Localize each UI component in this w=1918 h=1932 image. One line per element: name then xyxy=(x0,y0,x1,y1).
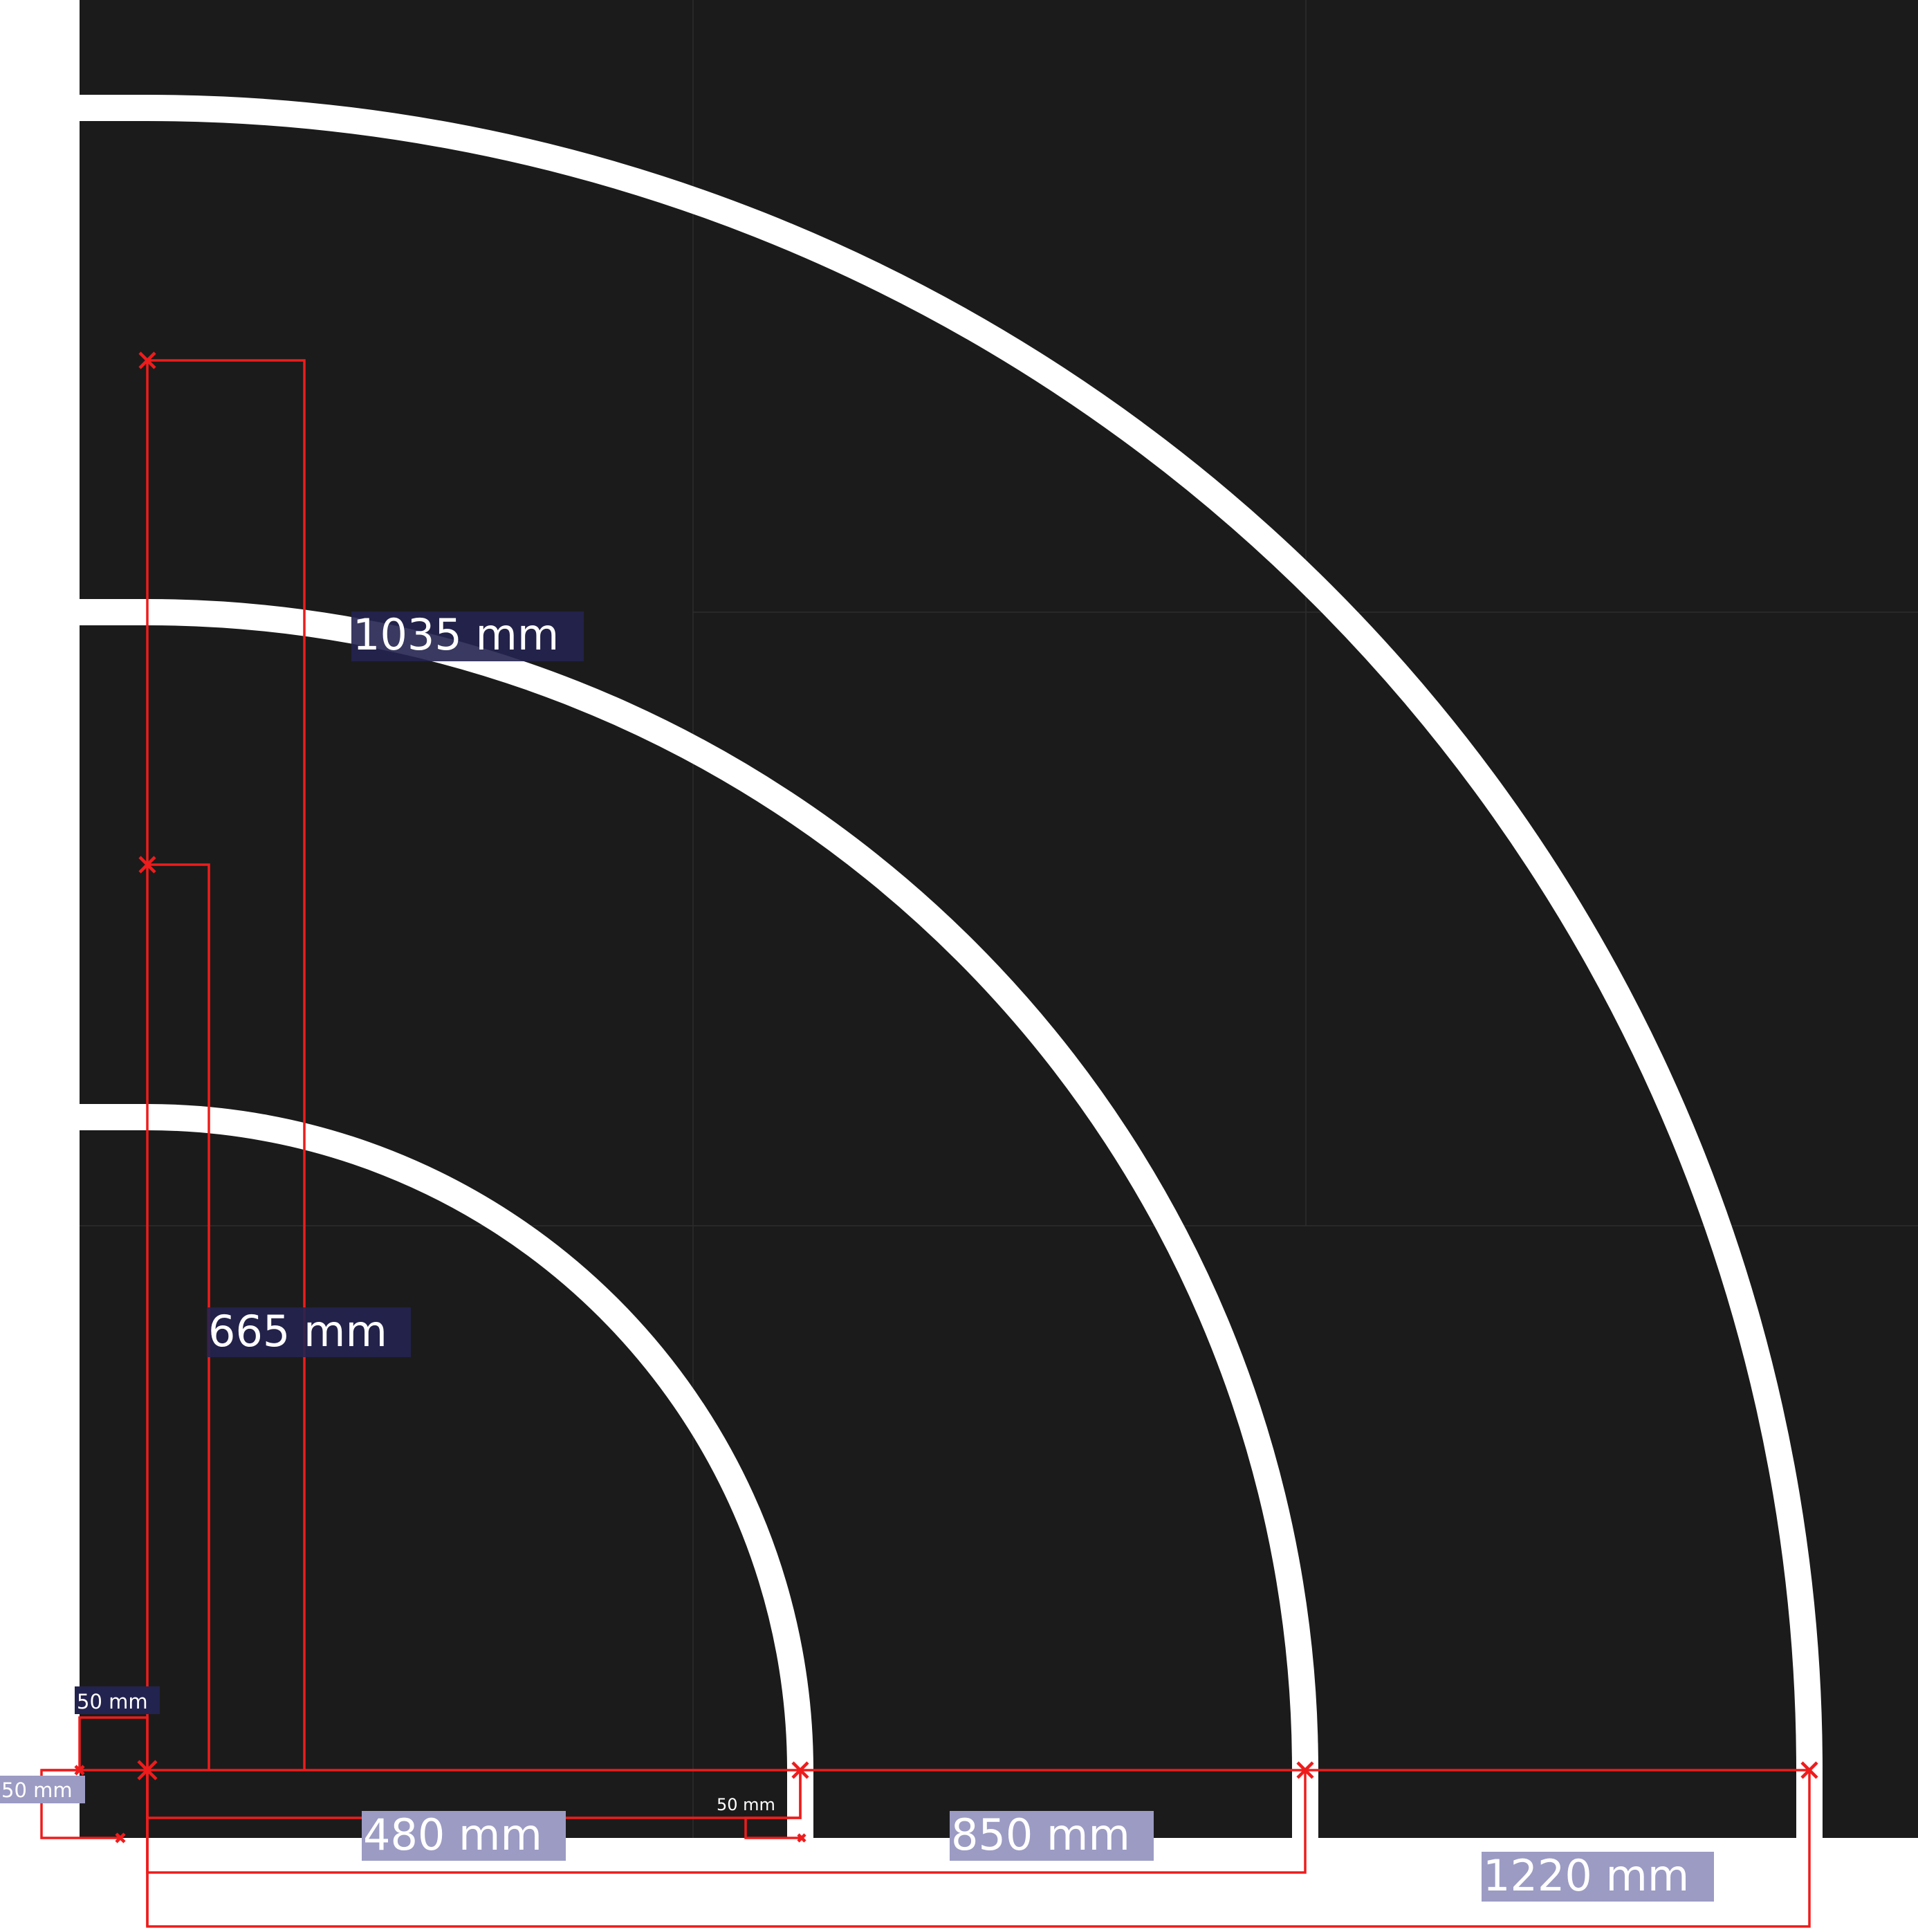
label-850-text: 850 mm xyxy=(951,1810,1130,1860)
label-50-bottom: 50 mm xyxy=(0,1776,85,1803)
label-480-text: 480 mm xyxy=(363,1810,542,1860)
label-850: 850 mm xyxy=(950,1810,1154,1861)
label-1035-text: 1035 mm xyxy=(353,609,559,660)
label-50-bottom-text: 50 mm xyxy=(1,1778,73,1802)
track-diagram: 1035 mm 665 mm 480 mm 850 mm 1220 mm 50 … xyxy=(0,0,1918,1928)
label-665: 665 mm xyxy=(207,1306,411,1357)
label-50-left-text: 50 mm xyxy=(77,1690,148,1713)
label-50-track: 50 mm xyxy=(717,1795,775,1814)
label-665-text: 665 mm xyxy=(208,1306,387,1356)
label-50-track-text: 50 mm xyxy=(717,1795,775,1814)
label-1220-text: 1220 mm xyxy=(1483,1850,1689,1901)
board xyxy=(80,0,1918,1838)
label-1035: 1035 mm xyxy=(351,609,584,661)
label-50-left: 50 mm xyxy=(75,1686,160,1714)
label-1220: 1220 mm xyxy=(1482,1850,1714,1902)
label-480: 480 mm xyxy=(362,1810,566,1861)
